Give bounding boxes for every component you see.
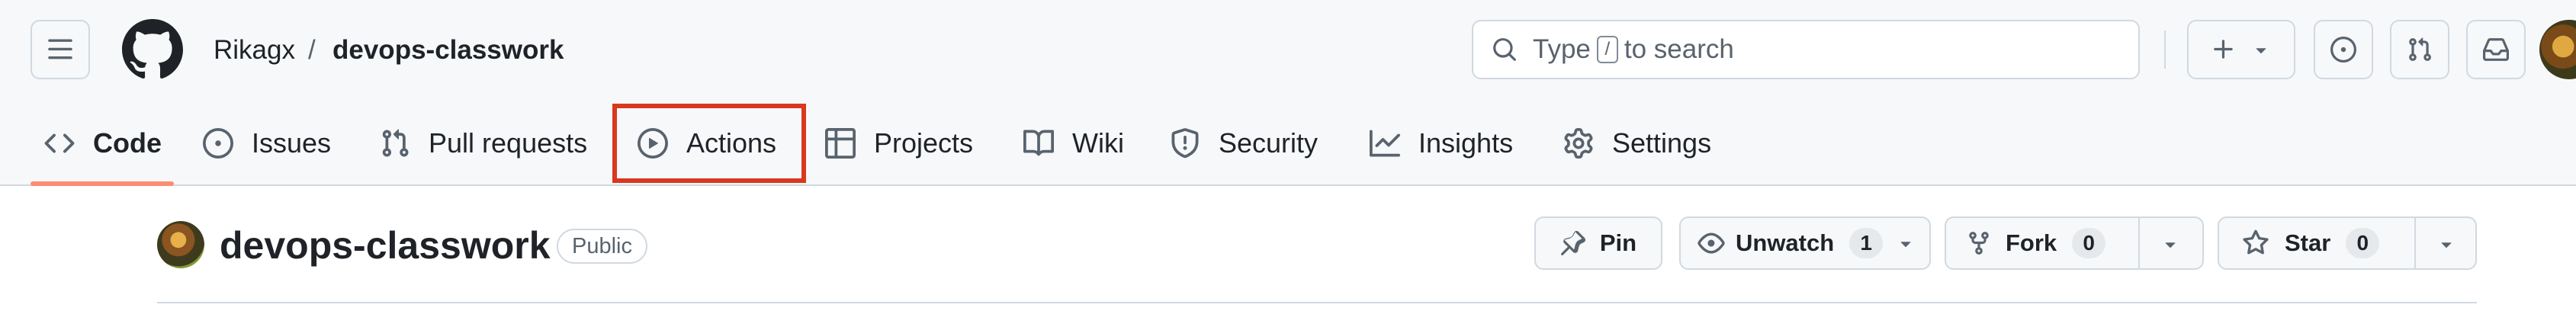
search-input[interactable]: Type / to search	[1472, 20, 2140, 79]
repo-header-divider	[157, 302, 2477, 303]
search-placeholder-prefix: Type	[1533, 34, 1591, 64]
search-icon	[1493, 38, 1516, 61]
tab-pull-requests[interactable]: Pull requests	[380, 111, 587, 175]
create-new-button[interactable]	[2187, 20, 2295, 79]
actions-tab-highlight-box	[612, 104, 806, 183]
tab-settings[interactable]: Settings	[1563, 111, 1711, 175]
tab-security[interactable]: Security	[1170, 111, 1318, 175]
watch-count: 1	[1849, 228, 1884, 258]
inbox-button[interactable]	[2466, 20, 2526, 79]
breadcrumb-separator: /	[308, 35, 316, 65]
github-logo-icon	[122, 19, 183, 79]
triangle-down-icon	[1900, 242, 1911, 248]
watch-button[interactable]: Unwatch 1	[1679, 216, 1931, 270]
issue-opened-icon	[203, 128, 233, 159]
search-placeholder-suffix: to search	[1624, 34, 1734, 64]
app-header: Rikagx / devops-classwork Type / to sear…	[0, 0, 2576, 186]
tab-settings-label: Settings	[1612, 127, 1712, 159]
repo-owner-avatar[interactable]	[157, 221, 204, 268]
inbox-icon	[2483, 38, 2509, 61]
search-shortcut-key: /	[1596, 36, 1618, 63]
github-logo-link[interactable]	[122, 19, 183, 80]
your-pull-requests-button[interactable]	[2390, 20, 2449, 79]
star-label: Star	[2285, 229, 2331, 256]
star-count: 0	[2346, 228, 2380, 258]
eye-icon	[1698, 232, 1725, 254]
your-issues-button[interactable]	[2314, 20, 2373, 79]
repo-forked-icon	[1969, 232, 1989, 255]
tab-wiki[interactable]: Wiki	[1023, 111, 1124, 175]
star-icon	[2243, 229, 2269, 255]
git-pull-request-icon	[382, 129, 409, 157]
watch-label: Unwatch	[1736, 229, 1835, 256]
tab-issues-label: Issues	[252, 127, 332, 159]
table-icon	[825, 128, 856, 159]
tab-code[interactable]: Code	[44, 111, 162, 175]
repo-header: devops-classwork Public Pin Unwatch 1 Fo…	[0, 186, 2576, 311]
header-divider	[2164, 30, 2166, 69]
repo-name[interactable]: devops-classwork	[220, 223, 551, 268]
tab-wiki-label: Wiki	[1072, 127, 1124, 159]
fork-label: Fork	[2006, 229, 2057, 256]
git-pull-request-icon	[2409, 37, 2431, 61]
tab-insights[interactable]: Insights	[1370, 111, 1513, 175]
star-button[interactable]: Star 0	[2218, 216, 2477, 270]
tab-issues[interactable]: Issues	[203, 111, 331, 175]
visibility-badge: Public	[557, 229, 647, 264]
tab-pull-requests-label: Pull requests	[429, 127, 588, 159]
hamburger-icon	[48, 39, 72, 59]
tab-insights-label: Insights	[1418, 127, 1514, 159]
tab-projects-label: Projects	[874, 127, 974, 159]
breadcrumb-owner[interactable]: Rikagx	[214, 34, 295, 67]
tab-code-label: Code	[93, 127, 162, 159]
triangle-down-icon[interactable]	[2160, 233, 2181, 255]
plus-icon	[2214, 40, 2233, 59]
tab-security-label: Security	[1219, 127, 1319, 159]
graph-icon	[1370, 130, 1400, 157]
avatar[interactable]	[2539, 20, 2576, 79]
global-nav-menu-button[interactable]	[31, 20, 90, 79]
code-icon	[44, 133, 75, 153]
shield-icon	[1171, 128, 1199, 159]
fork-button[interactable]: Fork 0	[1945, 216, 2204, 270]
triangle-down-icon	[2256, 48, 2266, 54]
triangle-down-icon[interactable]	[2436, 233, 2457, 255]
issue-opened-icon	[2330, 37, 2356, 63]
star-dropdown-divider	[2414, 218, 2416, 268]
fork-count: 0	[2072, 228, 2106, 258]
tab-projects[interactable]: Projects	[825, 111, 973, 175]
pin-button[interactable]: Pin	[1534, 216, 1662, 270]
pin-label: Pin	[1599, 229, 1637, 256]
pin-icon	[1560, 231, 1585, 255]
gear-icon	[1564, 128, 1593, 159]
breadcrumb-repo[interactable]: devops-classwork	[332, 34, 564, 67]
fork-dropdown-divider	[2138, 218, 2140, 268]
book-icon	[1023, 130, 1054, 156]
